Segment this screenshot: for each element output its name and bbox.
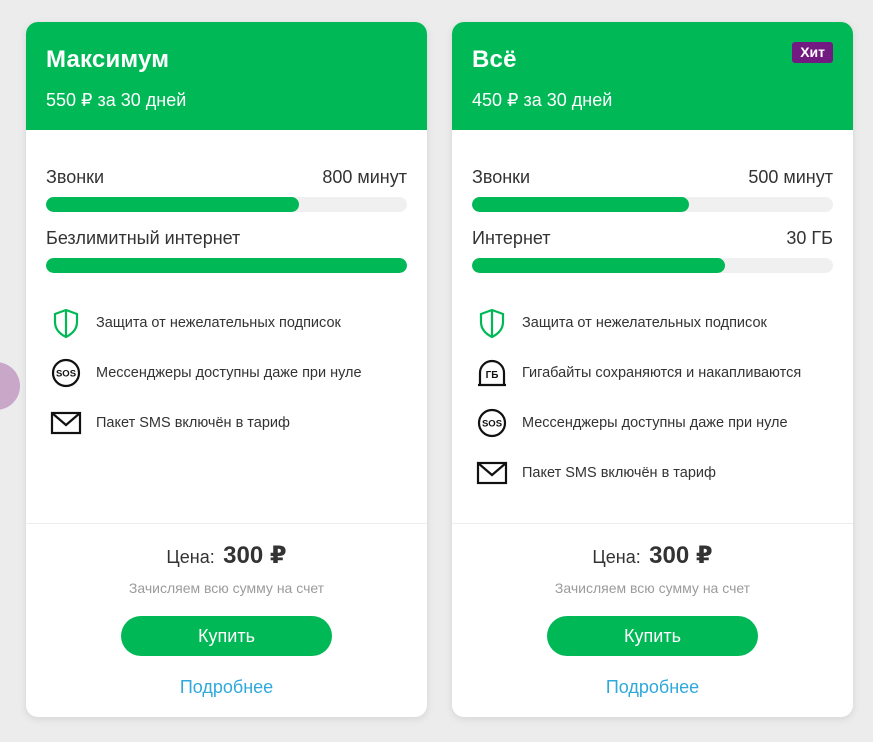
price-line: Цена: 300 ₽ [26, 541, 427, 570]
feature-item: Пакет SMS включён в тариф [472, 457, 833, 507]
feature-item: SOS Мессенджеры доступны даже при нуле [46, 357, 407, 407]
sos-icon: SOS [476, 407, 508, 439]
limit-value: 800 минут [322, 167, 407, 187]
more-link[interactable]: Подробнее [452, 677, 853, 698]
limit-row-calls: Звонки 800 минут [46, 167, 407, 228]
buy-button[interactable]: Купить [547, 616, 758, 656]
svg-text:ГБ: ГБ [486, 370, 499, 381]
price-value: 300 ₽ [649, 542, 713, 569]
limit-bar [472, 197, 833, 212]
tariff-price-period: 550 ₽ за 30 дней [46, 90, 187, 110]
feature-item: Защита от нежелательных подписок [472, 307, 833, 357]
feature-text: Защита от нежелательных подписок [96, 315, 341, 331]
limit-bar-fill [46, 197, 299, 212]
features-list: Защита от нежелательных подписок SOS Мес… [46, 307, 407, 457]
shield-icon [476, 307, 508, 339]
card-header: Максимум 550 ₽ за 30 дней [26, 22, 427, 130]
envelope-icon [50, 407, 82, 439]
feature-text: Мессенджеры доступны даже при нуле [96, 365, 362, 381]
price-label: Цена: [166, 547, 215, 567]
tariff-title: Всё [472, 46, 517, 73]
limit-label: Интернет [472, 228, 551, 248]
sos-icon: SOS [50, 357, 82, 389]
feature-item: Пакет SMS включён в тариф [46, 407, 407, 457]
limit-value: 500 минут [748, 167, 833, 187]
feature-text: Защита от нежелательных подписок [522, 315, 767, 331]
limit-bar-fill [472, 258, 725, 273]
tariff-cards-stage: Максимум 550 ₽ за 30 дней Звонки 800 мин… [0, 0, 873, 742]
price-value: 300 ₽ [223, 542, 287, 569]
feature-item: Защита от нежелательных подписок [46, 307, 407, 357]
limits-section: Звонки 800 минут Безлимитный интернет [46, 167, 407, 289]
price-note: Зачисляем всю сумму на счет [554, 580, 751, 596]
hit-badge: Хит [792, 42, 833, 63]
features-list: Защита от нежелательных подписок ГБ Гига… [472, 307, 833, 507]
card-divider [452, 523, 853, 524]
price-label: Цена: [592, 547, 641, 567]
price-note: Зачисляем всю сумму на счет [128, 580, 325, 596]
limit-bar [46, 258, 407, 273]
shield-icon [50, 307, 82, 339]
limit-row-calls: Звонки 500 минут [472, 167, 833, 228]
limit-row-internet: Интернет 30 ГБ [472, 228, 833, 289]
feature-text: Гигабайты сохраняются и накапливаются [522, 365, 802, 381]
envelope-icon [476, 457, 508, 489]
feature-text: Пакет SMS включён в тариф [522, 465, 716, 481]
tariff-card-vse: Всё 450 ₽ за 30 дней Хит Звонки 500 мину… [452, 22, 853, 717]
card-header: Всё 450 ₽ за 30 дней Хит [452, 22, 853, 130]
limit-row-internet: Безлимитный интернет [46, 228, 407, 289]
carousel-prev-dot[interactable] [0, 362, 20, 410]
limit-label: Звонки [472, 167, 531, 187]
limits-section: Звонки 500 минут Интернет 30 ГБ [472, 167, 833, 289]
svg-text:SOS: SOS [56, 369, 76, 380]
limit-value: 30 ГБ [786, 228, 833, 248]
gb-icon: ГБ [476, 357, 508, 389]
buy-button[interactable]: Купить [121, 616, 332, 656]
tariff-card-maximum: Максимум 550 ₽ за 30 дней Звонки 800 мин… [26, 22, 427, 717]
limit-bar-fill [46, 258, 407, 273]
feature-text: Пакет SMS включён в тариф [96, 415, 290, 431]
limit-bar [46, 197, 407, 212]
limit-label: Безлимитный интернет [46, 228, 241, 248]
price-line: Цена: 300 ₽ [452, 541, 853, 570]
feature-item: ГБ Гигабайты сохраняются и накапливаются [472, 357, 833, 407]
tariff-price-period: 450 ₽ за 30 дней [472, 90, 613, 110]
feature-text: Мессенджеры доступны даже при нуле [522, 415, 788, 431]
limit-bar [472, 258, 833, 273]
svg-text:SOS: SOS [482, 419, 502, 430]
tariff-title: Максимум [46, 46, 170, 73]
limit-bar-fill [472, 197, 689, 212]
more-link[interactable]: Подробнее [26, 677, 427, 698]
feature-item: SOS Мессенджеры доступны даже при нуле [472, 407, 833, 457]
card-divider [26, 523, 427, 524]
limit-label: Звонки [46, 167, 105, 187]
